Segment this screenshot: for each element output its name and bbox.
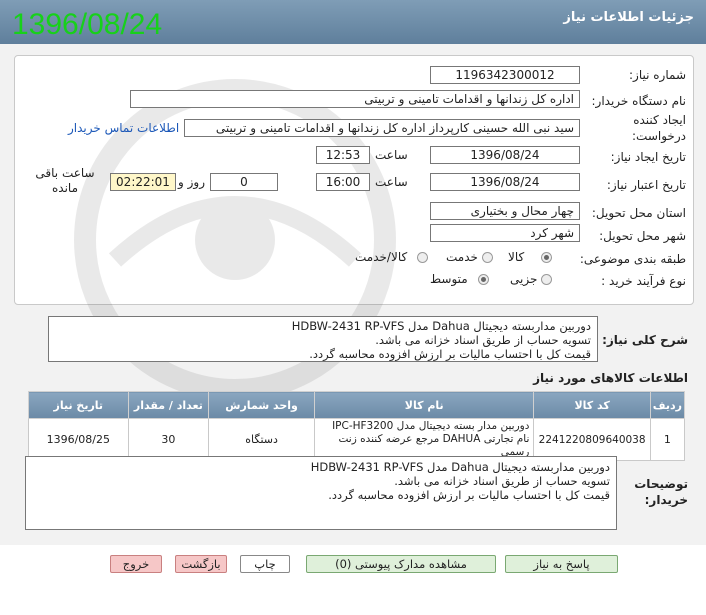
city-label: شهر محل تحویل: bbox=[599, 229, 686, 243]
city-field: شهر کرد bbox=[430, 224, 580, 242]
reply-button[interactable]: پاسخ به نیاز bbox=[505, 555, 618, 573]
announce-time-field: 12:53 bbox=[316, 146, 370, 164]
need-number-label: شماره نیاز: bbox=[629, 68, 686, 82]
buyer-contact-link[interactable]: اطلاعات تماس خریدار bbox=[68, 121, 179, 135]
exit-button[interactable]: خروج bbox=[110, 555, 162, 573]
buyer-org-label: نام دستگاه خریدار: bbox=[591, 94, 687, 108]
cell-unit: دستگاه bbox=[208, 418, 316, 461]
general-desc-label: شرح کلی نیاز: bbox=[602, 333, 688, 347]
province-field: چهار محال و بختیاری bbox=[430, 202, 580, 220]
col-header-code: کد کالا bbox=[533, 391, 651, 419]
cell-row: 1 bbox=[649, 418, 686, 461]
category-option-goods-service: کالا/خدمت bbox=[355, 250, 408, 264]
buyer-notes-line: تسویه حساب از طریق اسناد خزانه می باشد. bbox=[394, 474, 610, 488]
watermark-logo-icon bbox=[74, 79, 396, 401]
need-number-field: 1196342300012 bbox=[430, 66, 580, 84]
remaining-time-label: ساعت باقی مانده bbox=[35, 166, 95, 195]
validity-date-label: تاریخ اعتبار نیاز: bbox=[606, 178, 686, 192]
cell-code: 2241220809640038 bbox=[533, 418, 651, 461]
date-stamp: 1396/08/24 bbox=[12, 8, 163, 41]
cell-qty: 30 bbox=[127, 418, 210, 461]
items-section-title: اطلاعات کالاهای مورد نیاز bbox=[533, 371, 688, 385]
items-header-row: تاریخ نیاز تعداد / مقدار واحد شمارش نام … bbox=[28, 391, 686, 419]
page-title: جزئیات اطلاعات نیاز bbox=[563, 10, 694, 25]
validity-date-field: 1396/08/24 bbox=[430, 173, 580, 191]
process-option-minor: جزیی bbox=[510, 272, 538, 286]
category-radio-goods-service[interactable] bbox=[417, 252, 428, 263]
validity-time-label: ساعت bbox=[375, 175, 408, 189]
print-button[interactable]: چاپ bbox=[240, 555, 290, 573]
process-radio-medium[interactable] bbox=[478, 274, 489, 285]
category-label: طبقه بندی موضوعی: bbox=[579, 252, 686, 266]
buyer-notes-line: دوربین مداربسته دیجیتال Dahua مدل HDBW-2… bbox=[310, 460, 610, 474]
col-header-date: تاریخ نیاز bbox=[28, 391, 129, 419]
table-row: 1396/08/25 30 دستگاه دوربین مدار بسته دی… bbox=[28, 418, 686, 461]
general-desc-box: دوربین مداربسته دیجیتال Dahua مدل HDBW-2… bbox=[48, 316, 598, 362]
buyer-notes-label: توضیحات خریدار: bbox=[634, 477, 688, 507]
general-desc-line: قیمت کل با احتساب مالیات بر ارزش افزوده … bbox=[309, 347, 591, 361]
remaining-days-field: 0 bbox=[210, 173, 278, 191]
category-radio-goods[interactable] bbox=[541, 252, 552, 263]
process-label: نوع فرآیند خرید : bbox=[601, 274, 686, 288]
col-header-name: نام کالا bbox=[314, 391, 535, 419]
buyer-notes-box: دوربین مداربسته دیجیتال Dahua مدل HDBW-2… bbox=[25, 456, 617, 530]
category-radio-service[interactable] bbox=[482, 252, 493, 263]
col-header-qty: تعداد / مقدار bbox=[127, 391, 210, 419]
cell-name: دوربین مدار بسته دیجیتال مدل IPC-HF3200 … bbox=[314, 418, 535, 461]
days-label: روز و bbox=[178, 175, 205, 189]
general-desc-line: دوربین مداربسته دیجیتال Dahua مدل HDBW-2… bbox=[291, 319, 591, 333]
announce-time-label: ساعت bbox=[375, 148, 408, 162]
col-header-row: ردیف bbox=[649, 391, 686, 419]
validity-time-field: 16:00 bbox=[316, 173, 370, 191]
items-table: تاریخ نیاز تعداد / مقدار واحد شمارش نام … bbox=[28, 391, 686, 461]
process-option-medium: متوسط bbox=[430, 272, 468, 286]
buyer-org-field: اداره کل زندانها و اقدامات تامینی و تربی… bbox=[130, 90, 580, 108]
attachments-button[interactable]: مشاهده مدارک پیوستی (0) bbox=[306, 555, 496, 573]
creator-label: ایجاد کننده درخواست: bbox=[632, 113, 686, 143]
col-header-unit: واحد شمارش bbox=[208, 391, 316, 419]
category-option-service: خدمت bbox=[446, 250, 478, 264]
announce-date-label: تاریخ ایجاد نیاز: bbox=[610, 150, 686, 164]
province-label: استان محل تحویل: bbox=[591, 206, 686, 220]
cell-date: 1396/08/25 bbox=[28, 418, 129, 461]
buyer-notes-line: قیمت کل با احتساب مالیات بر ارزش افزوده … bbox=[328, 488, 610, 502]
announce-date-field: 1396/08/24 bbox=[430, 146, 580, 164]
process-radio-minor[interactable] bbox=[541, 274, 552, 285]
general-desc-line: تسویه حساب از طریق اسناد خزانه می باشد. bbox=[375, 333, 591, 347]
creator-field: سید نبی الله حسینی کارپرداز اداره کل زند… bbox=[184, 119, 580, 137]
category-option-goods: کالا bbox=[508, 250, 525, 264]
remaining-time-field: 02:22:01 bbox=[110, 173, 176, 191]
back-button[interactable]: بازگشت bbox=[175, 555, 227, 573]
